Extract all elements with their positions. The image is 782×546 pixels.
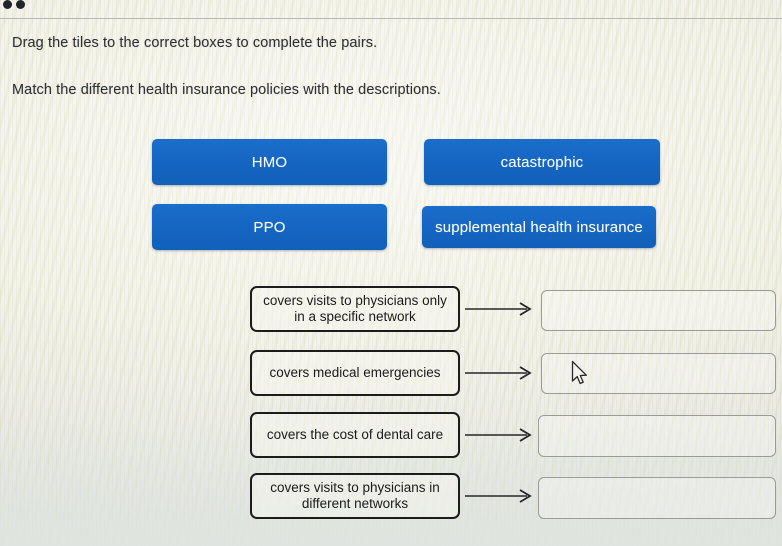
tile-catastrophic[interactable]: catastrophic: [424, 139, 660, 185]
drop-target-1[interactable]: [541, 290, 776, 331]
description-box-3: covers the cost of dental care: [250, 412, 460, 458]
drop-target-3[interactable]: [538, 415, 776, 457]
window-dot-1-icon: [3, 0, 12, 9]
description-box-2: covers medical emergencies: [250, 350, 460, 396]
description-box-1: covers visits to physicians only in a sp…: [250, 286, 460, 332]
drop-target-2[interactable]: [541, 353, 776, 394]
tile-supplemental-health-insurance[interactable]: supplemental health insurance: [422, 206, 656, 248]
drop-target-4[interactable]: [538, 477, 776, 519]
arrow-right-icon: [465, 366, 532, 380]
arrow-right-icon: [465, 302, 532, 316]
arrow-right-icon: [465, 489, 532, 503]
exercise-screen: Drag the tiles to the correct boxes to c…: [0, 0, 782, 546]
tile-ppo[interactable]: PPO: [152, 204, 387, 250]
window-dots-icon: [0, 0, 34, 9]
instruction-drag-tiles: Drag the tiles to the correct boxes to c…: [12, 35, 378, 51]
arrow-right-icon: [465, 428, 532, 442]
instruction-match-policies: Match the different health insurance pol…: [12, 82, 441, 98]
tile-hmo[interactable]: HMO: [152, 139, 387, 185]
description-box-4: covers visits to physicians in different…: [250, 473, 460, 519]
header-divider: [0, 18, 782, 19]
window-dot-2-icon: [16, 0, 25, 9]
